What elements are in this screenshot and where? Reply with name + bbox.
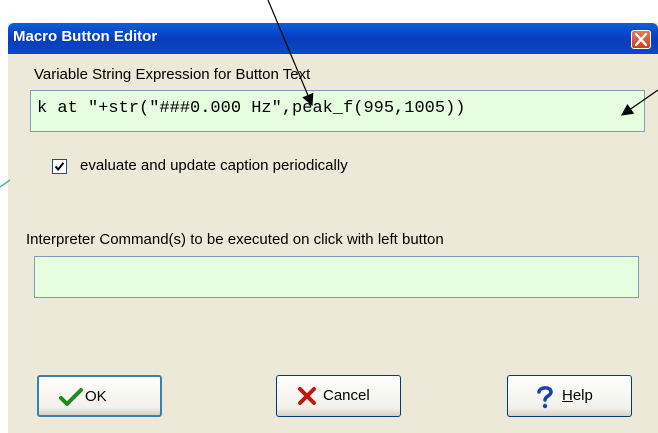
annotation-arrow-right [621,89,658,116]
annotation-arrows [0,0,658,188]
annotation-arrow-left [0,179,11,188]
annotation-arrow-top [267,0,314,107]
